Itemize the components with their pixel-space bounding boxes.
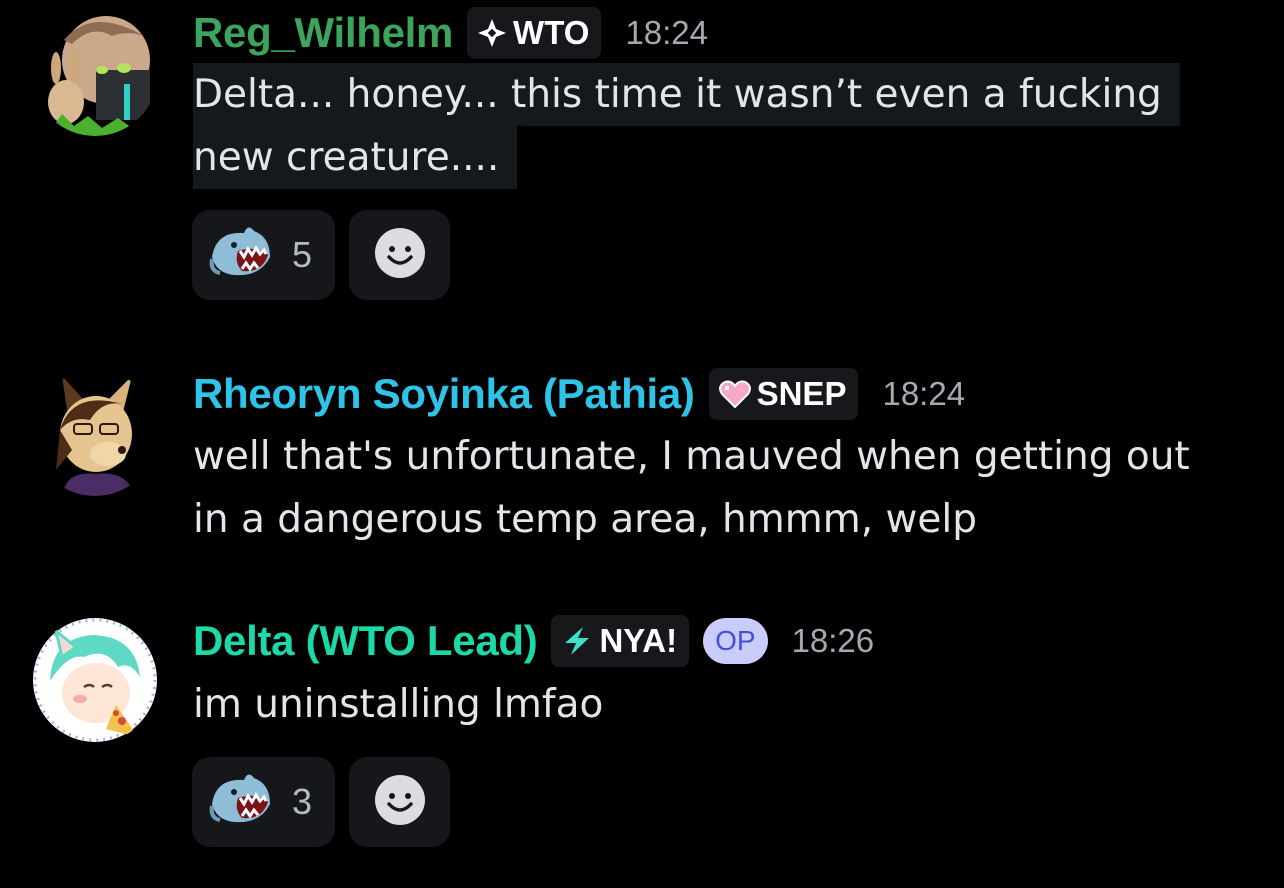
pink-heart-icon bbox=[718, 380, 751, 408]
smiley-add-icon bbox=[374, 227, 426, 283]
timestamp[interactable]: 18:24 bbox=[625, 14, 708, 52]
reaction-count: 3 bbox=[292, 781, 313, 822]
message-line: Delta... honey... this time it wasn’t ev… bbox=[193, 63, 1180, 126]
diamond-cross-icon bbox=[477, 18, 507, 48]
tag-label: SNEP bbox=[756, 375, 847, 412]
username[interactable]: Reg_Wilhelm bbox=[193, 9, 453, 57]
smiley-add-icon bbox=[374, 774, 426, 830]
shark-emoji bbox=[208, 223, 274, 287]
message-line: well that's unfortunate, I mauved when g… bbox=[193, 434, 1190, 479]
reactions-bar: 5 bbox=[192, 210, 450, 300]
reactions-bar: 3 bbox=[192, 757, 450, 847]
message-content: Delta... honey... this time it wasn’t ev… bbox=[193, 63, 1180, 189]
server-tag[interactable]: NYA! bbox=[551, 615, 690, 667]
server-tag[interactable]: WTO bbox=[467, 7, 602, 59]
message-header: Reg_Wilhelm WTO 18:24 bbox=[193, 3, 708, 63]
message-line: im uninstalling lmfao bbox=[193, 682, 604, 727]
avatar-delta[interactable] bbox=[32, 617, 158, 743]
op-badge: OP bbox=[703, 618, 768, 664]
lightning-icon bbox=[561, 625, 593, 657]
message-content: well that's unfortunate, I mauved when g… bbox=[193, 425, 1190, 551]
avatar-image bbox=[32, 370, 158, 496]
message-content: im uninstalling lmfao bbox=[193, 673, 603, 736]
message-header: Delta (WTO Lead) NYA! OP 18:26 bbox=[193, 611, 874, 671]
avatar-rheoryn[interactable] bbox=[32, 370, 158, 496]
message-line: in a dangerous temp area, hmmm, welp bbox=[193, 497, 977, 542]
avatar-image bbox=[32, 10, 158, 136]
message-line: new creature.... bbox=[193, 126, 518, 189]
add-reaction-button[interactable] bbox=[349, 757, 450, 847]
username[interactable]: Delta (WTO Lead) bbox=[193, 617, 538, 665]
shark-emoji bbox=[208, 770, 274, 834]
timestamp[interactable]: 18:24 bbox=[882, 375, 965, 413]
add-reaction-button[interactable] bbox=[349, 210, 450, 300]
username[interactable]: Rheoryn Soyinka (Pathia) bbox=[193, 370, 695, 418]
timestamp[interactable]: 18:26 bbox=[792, 622, 875, 660]
tag-label: WTO bbox=[513, 14, 590, 51]
reaction-count: 5 bbox=[292, 234, 313, 275]
avatar-reg-wilhelm[interactable] bbox=[32, 10, 158, 136]
reaction-shark[interactable]: 5 bbox=[192, 210, 335, 300]
reaction-shark[interactable]: 3 bbox=[192, 757, 335, 847]
message-header: Rheoryn Soyinka (Pathia) SNEP 18:24 bbox=[193, 364, 965, 424]
tag-label: NYA! bbox=[599, 622, 678, 659]
avatar-image bbox=[33, 618, 157, 742]
server-tag[interactable]: SNEP bbox=[708, 368, 859, 420]
